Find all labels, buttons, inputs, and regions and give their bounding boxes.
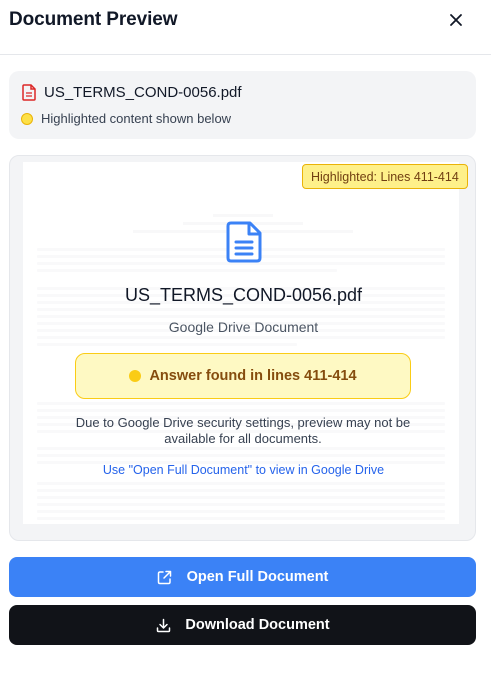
highlight-dot-icon xyxy=(21,112,33,125)
header: Document Preview xyxy=(0,0,491,55)
preview-document-subtitle: Google Drive Document xyxy=(168,319,319,335)
preview-document-title: US_TERMS_COND-0056.pdf xyxy=(124,285,363,305)
file-row: US_TERMS_COND-0056.pdf xyxy=(22,84,242,101)
highlight-note-row: Highlighted content shown below xyxy=(21,111,231,126)
close-icon xyxy=(450,14,462,26)
document-preview: Highlighted: Lines 411-414 US_TERMS_COND… xyxy=(9,155,476,541)
download-document-label: Download Document xyxy=(185,617,330,633)
page-title: Document Preview xyxy=(9,9,178,30)
file-name: US_TERMS_COND-0056.pdf xyxy=(44,84,242,101)
open-full-document-label: Open Full Document xyxy=(186,569,329,585)
document-icon xyxy=(226,221,262,263)
highlight-badge: Highlighted: Lines 411-414 xyxy=(302,164,468,189)
download-icon xyxy=(155,617,171,633)
download-document-button[interactable]: Download Document xyxy=(9,605,476,645)
external-link-icon xyxy=(157,569,173,585)
open-full-document-button[interactable]: Open Full Document xyxy=(9,557,476,597)
close-button[interactable] xyxy=(444,8,468,32)
highlight-note: Highlighted content shown below xyxy=(41,111,232,126)
answer-box: Answer found in lines 411-414 xyxy=(75,353,411,399)
answer-dot-icon xyxy=(129,370,142,382)
answer-text: Answer found in lines 411-414 xyxy=(149,368,357,384)
file-info-card: US_TERMS_COND-0056.pdf Highlighted conte… xyxy=(9,71,476,139)
security-note: Due to Google Drive security settings, p… xyxy=(75,415,411,446)
pdf-file-icon xyxy=(22,84,36,101)
open-in-drive-link[interactable]: Use "Open Full Document" to view in Goog… xyxy=(10,463,475,477)
